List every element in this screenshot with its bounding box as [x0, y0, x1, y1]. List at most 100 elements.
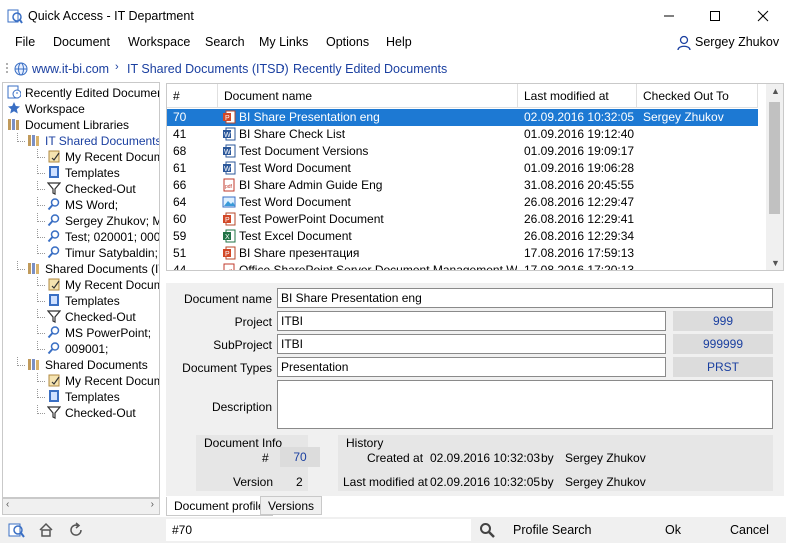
tree-node[interactable]: My Recent Docume [37, 277, 160, 293]
menu-search[interactable]: Search [205, 35, 245, 49]
description-field[interactable] [277, 380, 773, 429]
tree-node[interactable]: Recently Edited Documents [7, 85, 160, 101]
project-field[interactable]: ITBI [277, 311, 666, 331]
scroll-thumb[interactable] [769, 102, 780, 214]
table-row[interactable]: 64 Test Word Document 26.08.2016 12:29:47 [167, 194, 758, 211]
tree-connector [17, 261, 25, 270]
modified-by-value: Sergey Zhukov [565, 475, 646, 489]
table-row[interactable]: 41 W BI Share Check List 01.09.2016 19:12:4… [167, 126, 758, 143]
profile-search-button[interactable]: Profile Search [513, 517, 592, 543]
breadcrumb-site[interactable]: www.it-bi.com [32, 62, 109, 76]
scroll-left-icon[interactable]: ‹ [6, 499, 9, 510]
recent-edit-icon [47, 277, 61, 291]
table-row[interactable]: 61 W Test Word Document 01.09.2016 19:06:28 [167, 160, 758, 177]
menu-my-links[interactable]: My Links [259, 35, 308, 49]
scroll-right-icon[interactable]: › [151, 499, 154, 510]
scroll-down-icon[interactable]: ▼ [771, 258, 780, 268]
subproject-field[interactable]: ITBI [277, 334, 666, 354]
tree-node[interactable]: Shared Documents [17, 357, 148, 373]
recent-edit-icon [47, 149, 61, 163]
magnifier-icon [47, 213, 61, 227]
document-types-field[interactable]: Presentation [277, 357, 666, 377]
grid-vertical-scrollbar[interactable]: ▲ ▼ [766, 84, 783, 270]
column-header-modified[interactable]: Last modified at [518, 84, 637, 108]
table-row[interactable]: 44 pdf Office SharePoint Server Document M… [167, 262, 758, 271]
cell-modified: 01.09.2016 19:09:17 [524, 144, 635, 158]
tree-node[interactable]: Templates [37, 293, 120, 309]
column-header-number[interactable]: # [167, 84, 218, 108]
tree-node[interactable]: Workspace [7, 101, 85, 117]
tree-connector [17, 357, 25, 366]
documents-grid: # Document name Last modified at Checked… [166, 83, 784, 271]
history-label: History [346, 436, 384, 450]
refresh-icon[interactable] [68, 522, 84, 538]
home-icon[interactable] [38, 522, 54, 538]
close-button[interactable] [740, 0, 786, 32]
current-user[interactable]: Sergey Zhukov [695, 35, 779, 49]
tree-connector [37, 245, 45, 254]
modified-value: 02.09.2016 10:32:05 [430, 475, 541, 489]
cancel-button[interactable]: Cancel [730, 517, 769, 543]
scroll-up-icon[interactable]: ▲ [771, 86, 780, 96]
cell-number: 44 [173, 263, 187, 271]
svg-text:P: P [225, 251, 230, 258]
cell-number: 59 [173, 229, 187, 243]
table-row[interactable]: 68 W Test Document Versions 01.09.2016 19:0… [167, 143, 758, 160]
search-icon[interactable] [479, 522, 495, 538]
tree-node[interactable]: Templates [37, 165, 120, 181]
maximize-button[interactable] [692, 0, 738, 32]
menu-file[interactable]: File [15, 35, 35, 49]
bottom-toolbar: #70 Profile Search Ok Cancel [0, 517, 786, 543]
ok-button[interactable]: Ok [665, 517, 681, 543]
user-icon [677, 35, 691, 51]
tab-versions[interactable]: Versions [260, 496, 323, 515]
tree-node[interactable]: Checked-Out [37, 309, 136, 325]
tree-node[interactable]: Templates [37, 389, 120, 405]
tree-node[interactable]: Sergey Zhukov; MS [37, 213, 159, 229]
tree-node[interactable]: Checked-Out [37, 181, 136, 197]
navigation-tree[interactable]: Recently Edited Documents Workspace Docume… [2, 82, 160, 498]
tree-node[interactable]: Document Libraries [7, 117, 129, 133]
cell-document-name: BI Share презентация [239, 246, 360, 260]
tree-node[interactable]: Test; 020001; 00000 [37, 229, 159, 245]
tree-node[interactable]: My Recent Docume [37, 149, 159, 165]
tree-node[interactable]: MS Word; [37, 197, 118, 213]
breadcrumb-library[interactable]: IT Shared Documents (ITSD) [127, 62, 289, 76]
minimize-button[interactable] [646, 0, 692, 32]
menu-options[interactable]: Options [326, 35, 369, 49]
tree-node[interactable]: 009001; [37, 341, 108, 357]
cell-modified: 31.08.2016 20:45:55 [524, 178, 635, 192]
magnifier-icon [47, 245, 61, 259]
created-by-label: by [541, 451, 554, 465]
menu-document[interactable]: Document [53, 35, 110, 49]
doc-number-value: 70 [280, 447, 320, 467]
tree-node-label: Timur Satybaldin; [65, 246, 158, 260]
quick-access-icon[interactable] [8, 522, 26, 538]
tree-node-label: My Recent Docume [65, 278, 160, 292]
column-header-name[interactable]: Document name [218, 84, 518, 108]
table-row[interactable]: 51 P BI Share презентация 17.08.2016 17:59:… [167, 245, 758, 262]
tree-node[interactable]: My Recent Docume [37, 373, 159, 389]
menu-workspace[interactable]: Workspace [128, 35, 190, 49]
column-header-checked-out[interactable]: Checked Out To [637, 84, 758, 108]
tree-node[interactable]: Timur Satybaldin; [37, 245, 158, 261]
tab-document-profile[interactable]: Document profile [166, 497, 273, 516]
tree-node[interactable]: IT Shared Documents (I [17, 133, 159, 149]
cell-document-name: Office SharePoint Server Document Manage… [239, 263, 517, 271]
document-name-field[interactable]: BI Share Presentation eng [277, 288, 773, 308]
cell-modified: 26.08.2016 12:29:41 [524, 212, 635, 226]
tree-node[interactable]: Checked-Out [37, 405, 136, 421]
tree-node-label: Recently Edited Documents [25, 86, 160, 100]
table-row[interactable]: 70 P BI Share Presentation eng 02.09.2016 1… [167, 109, 758, 126]
tree-horizontal-scrollbar[interactable]: ‹ › [2, 498, 160, 515]
menu-help[interactable]: Help [386, 35, 412, 49]
table-row[interactable]: 66 pdf BI Share Admin Guide Eng 31.08.2016 … [167, 177, 758, 194]
tree-node[interactable]: MS PowerPoint; [37, 325, 151, 341]
search-input[interactable]: #70 [166, 519, 471, 541]
template-icon [47, 165, 61, 179]
tree-node[interactable]: Shared Documents (ITB [17, 261, 159, 277]
breadcrumb-current[interactable]: Recently Edited Documents [293, 62, 447, 76]
document-types-label: Document Types [182, 361, 272, 375]
table-row[interactable]: 59 X Test Excel Document 26.08.2016 12:29:3… [167, 228, 758, 245]
table-row[interactable]: 60 P Test PowerPoint Document 26.08.2016 12… [167, 211, 758, 228]
